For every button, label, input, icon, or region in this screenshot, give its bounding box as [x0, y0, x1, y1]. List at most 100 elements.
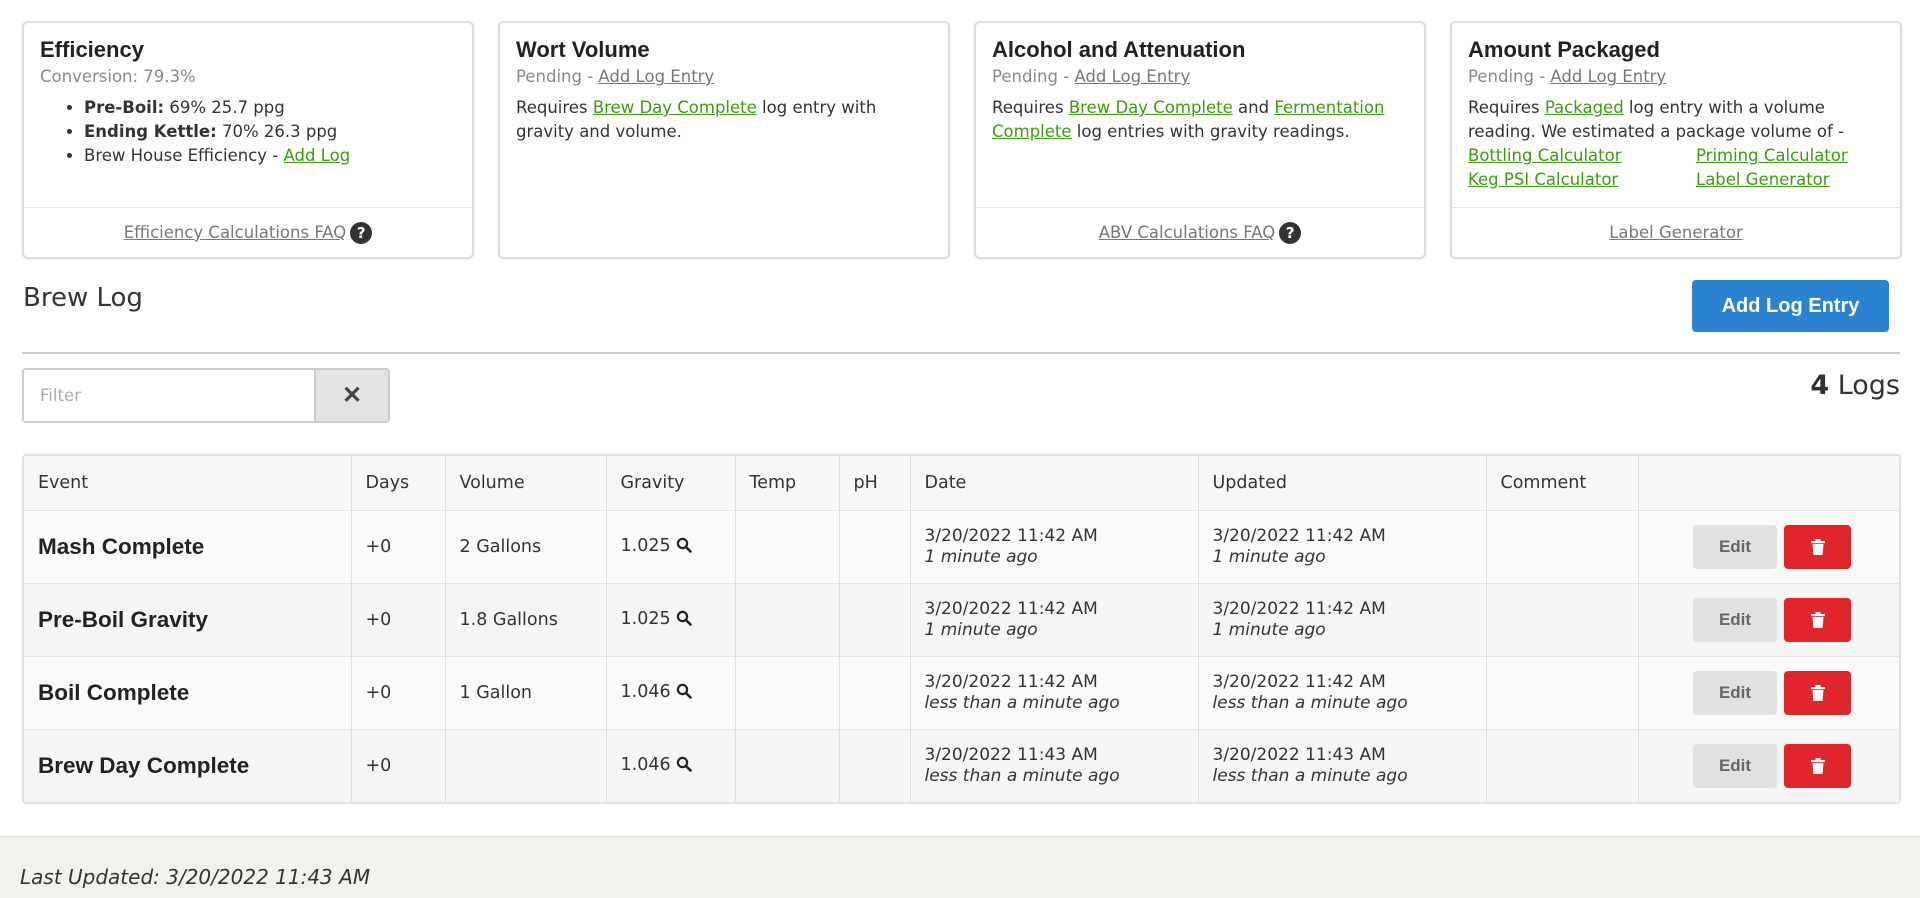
- filter-input[interactable]: [22, 368, 314, 423]
- header-comment[interactable]: Comment: [1486, 456, 1639, 510]
- packaged-pending: Pending - Add Log Entry: [1468, 67, 1667, 86]
- brew-house-add-log-link[interactable]: Add Log: [284, 146, 351, 165]
- header-ph[interactable]: pH: [839, 456, 911, 510]
- cell-date: 3/20/2022 11:43 AM less than a minute ago: [910, 729, 1199, 802]
- cell-actions: Edit: [1638, 510, 1899, 583]
- updated-relative: less than a minute ago: [1212, 765, 1408, 786]
- edit-button[interactable]: Edit: [1693, 743, 1777, 788]
- priming-calculator-link[interactable]: Priming Calculator: [1696, 144, 1896, 168]
- search-icon[interactable]: [676, 756, 692, 777]
- efficiency-title: Efficiency: [40, 37, 144, 62]
- abv-faq-link[interactable]: ABV Calculations FAQ: [1099, 223, 1275, 242]
- packaged-link[interactable]: Packaged: [1545, 98, 1624, 117]
- efficiency-card-footer: Efficiency Calculations FAQ ?: [24, 207, 472, 257]
- brew-day-complete-link[interactable]: Brew Day Complete: [1069, 98, 1233, 117]
- cell-comment: [1486, 729, 1639, 802]
- edit-button[interactable]: Edit: [1693, 524, 1777, 569]
- question-circle-icon[interactable]: ?: [1279, 221, 1302, 244]
- label-generator-link[interactable]: Label Generator: [1696, 168, 1896, 192]
- updated-relative: less than a minute ago: [1212, 692, 1408, 713]
- header-gravity[interactable]: Gravity: [606, 456, 736, 510]
- wort-volume-title: Wort Volume: [516, 37, 650, 62]
- question-circle-icon[interactable]: ?: [350, 221, 373, 244]
- brew-day-complete-link[interactable]: Brew Day Complete: [593, 98, 757, 117]
- efficiency-conversion: Conversion: 79.3%: [40, 67, 196, 86]
- updated-value: 3/20/2022 11:42 AM: [1212, 598, 1386, 619]
- gravity-value: 1.025: [620, 608, 671, 629]
- delete-button[interactable]: [1784, 743, 1851, 788]
- cell-volume: 1 Gallon: [445, 656, 607, 729]
- search-icon[interactable]: [676, 683, 692, 704]
- summary-cards: Efficiency Conversion: 79.3% Pre-Boil: 6…: [22, 21, 1902, 259]
- alcohol-title: Alcohol and Attenuation: [992, 37, 1246, 62]
- cell-temp: [735, 510, 840, 583]
- date-value: 3/20/2022 11:42 AM: [924, 671, 1098, 692]
- edit-button[interactable]: Edit: [1693, 597, 1777, 642]
- search-icon[interactable]: [676, 610, 692, 631]
- date-relative: less than a minute ago: [924, 692, 1120, 713]
- packaged-add-log-link[interactable]: Add Log Entry: [1550, 67, 1666, 86]
- header-date[interactable]: Date: [910, 456, 1199, 510]
- header-days[interactable]: Days: [351, 456, 446, 510]
- header-event[interactable]: Event: [24, 456, 352, 510]
- updated-relative: 1 minute ago: [1212, 619, 1326, 640]
- gravity-value: 1.025: [620, 535, 671, 556]
- cell-days: +0: [351, 729, 446, 802]
- updated-value: 3/20/2022 11:43 AM: [1212, 744, 1386, 765]
- trash-icon: [1810, 611, 1825, 628]
- add-log-entry-button[interactable]: Add Log Entry: [1692, 280, 1889, 332]
- page-footer: Last Updated: 3/20/2022 11:43 AM: [0, 836, 1920, 898]
- cell-updated: 3/20/2022 11:43 AM less than a minute ago: [1198, 729, 1487, 802]
- last-updated-text: Last Updated: 3/20/2022 11:43 AM: [20, 865, 371, 889]
- cell-date: 3/20/2022 11:42 AM less than a minute ago: [910, 656, 1199, 729]
- cell-days: +0: [351, 510, 446, 583]
- clear-filter-button[interactable]: ✕: [314, 368, 390, 423]
- table-row: Boil Complete +0 1 Gallon 1.046 3/20/2022 11…: [24, 656, 1899, 729]
- close-icon: ✕: [341, 382, 363, 409]
- cell-actions: Edit: [1638, 656, 1899, 729]
- cell-comment: [1486, 510, 1639, 583]
- cell-gravity: 1.046: [606, 656, 736, 729]
- bottling-calculator-link[interactable]: Bottling Calculator: [1468, 144, 1696, 168]
- efficiency-card: Efficiency Conversion: 79.3% Pre-Boil: 6…: [22, 21, 474, 259]
- alcohol-add-log-link[interactable]: Add Log Entry: [1074, 67, 1190, 86]
- cell-days: +0: [351, 583, 446, 656]
- header-updated[interactable]: Updated: [1198, 456, 1487, 510]
- gravity-value: 1.046: [620, 681, 671, 702]
- cell-days: +0: [351, 656, 446, 729]
- keg-psi-calculator-link[interactable]: Keg PSI Calculator: [1468, 168, 1696, 192]
- efficiency-brew-house: Brew House Efficiency - Add Log: [84, 144, 456, 168]
- delete-button[interactable]: [1784, 597, 1851, 642]
- label-generator-footer-link[interactable]: Label Generator: [1609, 223, 1743, 242]
- cell-updated: 3/20/2022 11:42 AM less than a minute ago: [1198, 656, 1487, 729]
- wort-volume-card: Wort Volume Pending - Add Log Entry Requ…: [498, 21, 950, 259]
- date-value: 3/20/2022 11:42 AM: [924, 525, 1098, 546]
- efficiency-pre-boil: Pre-Boil: 69% 25.7 ppg: [84, 96, 456, 120]
- brew-log-title: Brew Log: [23, 283, 143, 313]
- header-volume[interactable]: Volume: [445, 456, 607, 510]
- cell-comment: [1486, 583, 1639, 656]
- cell-temp: [735, 729, 840, 802]
- search-icon[interactable]: [676, 537, 692, 558]
- delete-button[interactable]: [1784, 524, 1851, 569]
- section-divider: [22, 352, 1900, 354]
- efficiency-faq-link[interactable]: Efficiency Calculations FAQ: [124, 223, 347, 242]
- cell-actions: Edit: [1638, 583, 1899, 656]
- cell-volume: [445, 729, 607, 802]
- wort-volume-text: Requires Brew Day Complete log entry wit…: [516, 98, 877, 141]
- delete-button[interactable]: [1784, 670, 1851, 715]
- wort-volume-add-log-link[interactable]: Add Log Entry: [598, 67, 714, 86]
- efficiency-ending-kettle: Ending Kettle: 70% 26.3 ppg: [84, 120, 456, 144]
- wort-volume-pending: Pending - Add Log Entry: [516, 67, 715, 86]
- table-row: Brew Day Complete +0 1.046 3/20/2022 11:43 …: [24, 729, 1899, 802]
- cell-comment: [1486, 656, 1639, 729]
- cell-temp: [735, 656, 840, 729]
- cell-ph: [839, 656, 911, 729]
- efficiency-list: Pre-Boil: 69% 25.7 ppg Ending Kettle: 70…: [40, 96, 456, 168]
- filter-group: ✕: [22, 368, 390, 423]
- cell-gravity: 1.025: [606, 510, 736, 583]
- cell-ph: [839, 583, 911, 656]
- edit-button[interactable]: Edit: [1693, 670, 1777, 715]
- trash-icon: [1810, 684, 1825, 701]
- header-temp[interactable]: Temp: [735, 456, 840, 510]
